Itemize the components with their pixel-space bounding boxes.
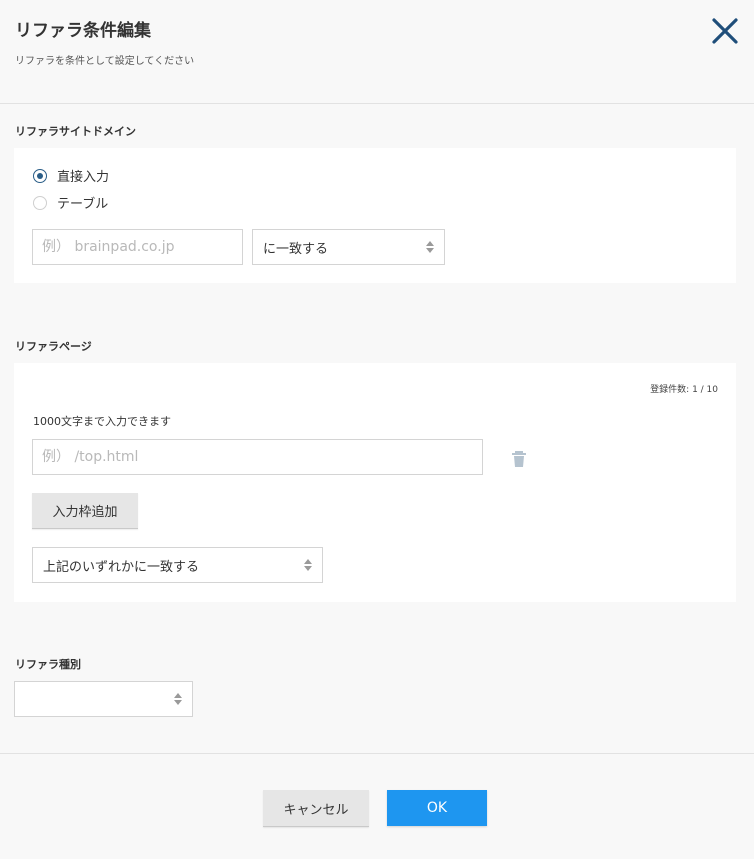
radio-direct-input[interactable]: 直接入力 (33, 166, 109, 185)
footer-divider (0, 753, 754, 754)
add-input-button[interactable]: 入力枠追加 (32, 493, 138, 529)
referrer-domain-label: リファラサイトドメイン (15, 125, 136, 138)
radio-unchecked-icon[interactable] (33, 195, 47, 210)
referrer-page-match-value: 上記のいずれかに一致する (43, 559, 200, 575)
referrer-page-hint: 1000文字まで入力できます (33, 415, 171, 428)
radio-checked-icon[interactable] (33, 168, 47, 183)
close-icon[interactable] (710, 16, 740, 46)
select-arrows-icon (426, 241, 434, 253)
referrer-domain-input[interactable] (32, 229, 243, 265)
referrer-type-select[interactable] (14, 681, 193, 717)
radio-table[interactable]: テーブル (33, 193, 108, 212)
cancel-button[interactable]: キャンセル (263, 790, 369, 827)
ok-button[interactable]: OK (387, 790, 487, 826)
radio-table-label: テーブル (57, 197, 109, 212)
header-divider (0, 103, 754, 104)
dialog-subtitle: リファラを条件として設定してください (15, 56, 195, 67)
select-arrows-icon (174, 693, 182, 705)
radio-direct-input-label: 直接入力 (57, 170, 110, 185)
referrer-type-label: リファラ種別 (15, 658, 81, 671)
referrer-page-label: リファラページ (15, 340, 92, 353)
select-arrows-icon (304, 559, 312, 571)
dialog-title: リファラ条件編集 (15, 21, 151, 41)
referrer-domain-match-value: に一致する (263, 241, 329, 257)
referrer-domain-match-select[interactable]: に一致する (252, 229, 445, 265)
trash-icon[interactable] (511, 450, 527, 468)
referrer-page-input[interactable] (32, 439, 483, 475)
referrer-page-match-select[interactable]: 上記のいずれかに一致する (32, 547, 323, 583)
registration-count: 登録件数: 1 / 10 (650, 385, 718, 395)
